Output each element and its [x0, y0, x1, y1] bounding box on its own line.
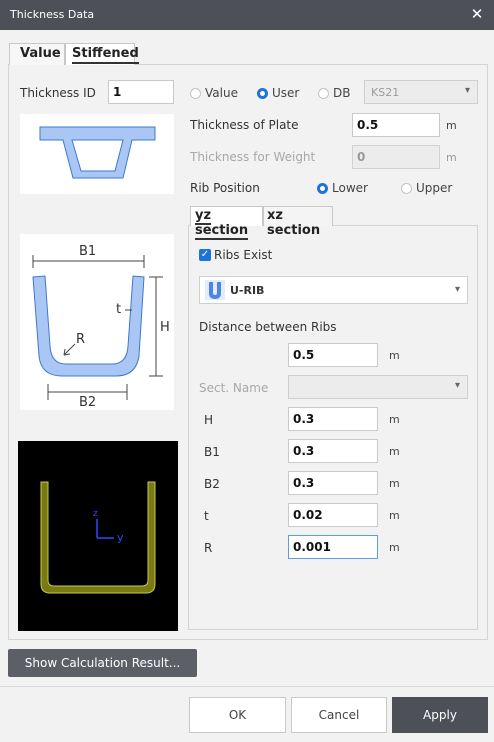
- tab-yz-section[interactable]: yz section: [190, 206, 263, 240]
- param-h-input[interactable]: 0.3: [288, 407, 378, 431]
- plate-thickness-label: Thickness of Plate: [190, 118, 299, 132]
- tab-stiffened-label: Stiffened: [72, 46, 139, 64]
- close-icon[interactable]: ✕: [468, 5, 486, 23]
- chevron-down-icon: ▾: [454, 284, 460, 295]
- tab-value[interactable]: Value: [9, 43, 65, 65]
- apply-button[interactable]: Apply: [392, 697, 488, 733]
- radio-db-dot: [318, 88, 329, 99]
- param-r-label: R: [204, 541, 213, 555]
- param-r-input[interactable]: 0.001: [288, 535, 378, 559]
- plate-thickness-input[interactable]: 0.5: [352, 113, 440, 137]
- title-bar: Thickness Data ✕: [0, 0, 494, 30]
- section-preview: z y: [18, 441, 178, 631]
- diagram-b2-label: B2: [79, 395, 97, 410]
- radio-lower[interactable]: Lower: [317, 181, 368, 197]
- diagram-t-label: t: [116, 302, 122, 317]
- rib-dimension-diagram: B1 B2 H t R: [20, 234, 174, 410]
- weight-thickness-unit: m: [446, 151, 457, 164]
- cancel-button[interactable]: Cancel: [291, 697, 387, 733]
- radio-value-label: Value: [205, 86, 238, 100]
- param-t-input[interactable]: 0.02: [288, 503, 378, 527]
- param-b1-unit: m: [389, 445, 400, 458]
- weight-thickness-input[interactable]: 0: [352, 145, 440, 169]
- radio-value-dot: [190, 88, 201, 99]
- radio-value[interactable]: Value: [190, 86, 238, 102]
- thickness-id-label: Thickness ID: [20, 86, 96, 100]
- rib-type-select[interactable]: U-RIB ▾: [199, 276, 468, 304]
- db-select[interactable]: KS21 ▾: [364, 80, 478, 104]
- radio-user[interactable]: User: [257, 86, 299, 102]
- tab-yz-label: yz section: [195, 208, 249, 240]
- plate-diagram: [20, 114, 174, 194]
- radio-db-label: DB: [333, 86, 351, 100]
- rib-dimension-svg: [32, 255, 163, 400]
- diagram-h-label: H: [160, 320, 170, 335]
- distance-label: Distance between Ribs: [199, 320, 337, 334]
- radio-db[interactable]: DB: [318, 86, 350, 102]
- plate-section-svg: [39, 126, 156, 179]
- diagram-r-label: R: [76, 332, 86, 347]
- param-t-unit: m: [389, 509, 400, 522]
- db-select-value: KS21: [371, 86, 400, 99]
- tab-xz-section[interactable]: xz section: [263, 206, 333, 238]
- sect-name-select[interactable]: ▾: [288, 375, 468, 399]
- sect-name-label: Sect. Name: [199, 381, 269, 395]
- checkbox-icon[interactable]: ✓: [199, 249, 211, 261]
- diagram-b1-label: B1: [79, 244, 97, 259]
- thickness-id-input[interactable]: 1: [108, 80, 174, 104]
- plate-thickness-unit: m: [446, 119, 457, 132]
- param-b2-label: B2: [204, 477, 220, 491]
- radio-upper-dot: [401, 183, 412, 194]
- param-t-label: t: [204, 509, 209, 523]
- param-b1-label: B1: [204, 445, 220, 459]
- distance-unit: m: [389, 349, 400, 362]
- radio-upper-label: Upper: [416, 181, 453, 195]
- tab-stiffened[interactable]: Stiffened: [65, 43, 139, 65]
- param-r-unit: m: [389, 541, 400, 554]
- radio-user-dot: [257, 88, 268, 99]
- radio-upper[interactable]: Upper: [401, 181, 452, 197]
- radio-lower-dot: [317, 183, 328, 194]
- axis-z-label: z: [93, 509, 98, 519]
- ok-button[interactable]: OK: [189, 697, 286, 733]
- footer-divider: [0, 686, 494, 687]
- rib-type-value: U-RIB: [230, 284, 265, 297]
- show-calculation-button[interactable]: Show Calculation Result...: [8, 649, 197, 677]
- axis-y-label: y: [117, 531, 124, 544]
- section-preview-svg: [40, 481, 156, 594]
- weight-thickness-label: Thickness for Weight: [190, 150, 316, 164]
- ribs-exist-label: Ribs Exist: [214, 248, 273, 262]
- window-title: Thickness Data: [10, 8, 95, 21]
- param-b2-input[interactable]: 0.3: [288, 471, 378, 495]
- param-h-label: H: [204, 413, 214, 427]
- radio-lower-label: Lower: [332, 181, 368, 195]
- param-b2-unit: m: [389, 477, 400, 490]
- distance-input[interactable]: 0.5: [288, 343, 378, 367]
- param-h-unit: m: [389, 413, 400, 426]
- rib-position-label: Rib Position: [190, 181, 260, 195]
- chevron-down-icon: ▾: [464, 85, 470, 96]
- param-b1-input[interactable]: 0.3: [288, 439, 378, 463]
- radio-user-label: User: [272, 86, 300, 100]
- chevron-down-icon: ▾: [454, 380, 460, 391]
- u-rib-icon: [205, 280, 225, 300]
